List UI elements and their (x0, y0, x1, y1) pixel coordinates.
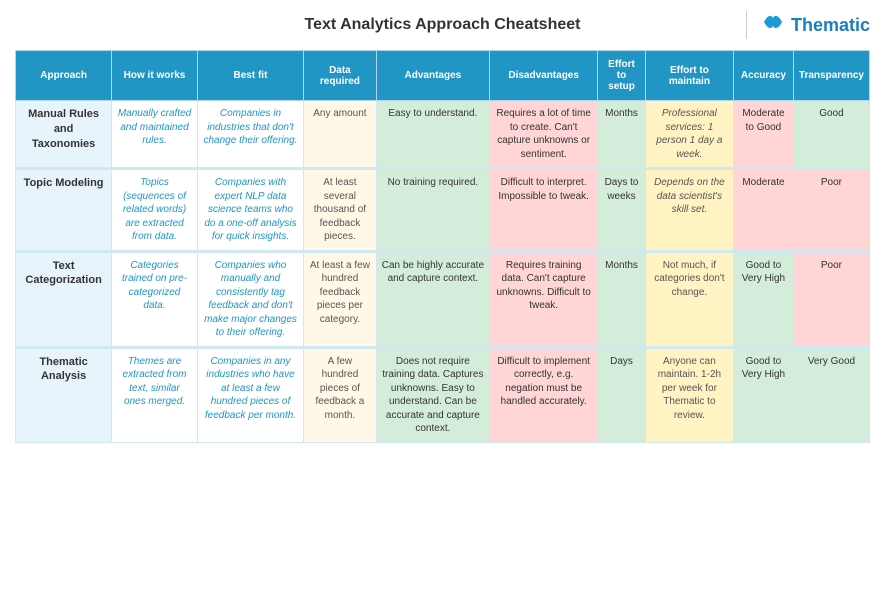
table-cell: Difficult to interpret. Impossible to tw… (490, 169, 598, 252)
table-cell: Good to Very High (734, 251, 794, 347)
col-header-approach: Approach (16, 51, 112, 101)
col-header-how: How it works (112, 51, 198, 101)
col-header-accuracy: Accuracy (734, 51, 794, 101)
logo-icon (761, 10, 785, 40)
table-cell: Poor (793, 169, 869, 252)
table-cell: No training required. (376, 169, 489, 252)
table-cell: Anyone can maintain. 1-2h per week for T… (645, 347, 733, 442)
table-cell: A few hundred pieces of feedback a month… (304, 347, 377, 442)
table-cell: Categories trained on pre-categorized da… (112, 251, 198, 347)
logo-text: Thematic (791, 15, 870, 36)
table-cell: Very Good (793, 347, 869, 442)
table-cell: Any amount (304, 101, 377, 169)
table-cell: Topics (sequences of related words) are … (112, 169, 198, 252)
table-cell: Companies in any industries who have at … (197, 347, 303, 442)
table-cell: Difficult to implement correctly, e.g. n… (490, 347, 598, 442)
table-cell: Thematic Analysis (16, 347, 112, 442)
table-cell: Not much, if categories don't change. (645, 251, 733, 347)
table-cell: Companies who manually and consistently … (197, 251, 303, 347)
col-header-bestfit: Best fit (197, 51, 303, 101)
col-header-effort-maintain: Effort to maintain (645, 51, 733, 101)
table-body: Manual Rules and TaxonomiesManually craf… (16, 101, 870, 443)
table-row: Topic ModelingTopics (sequences of relat… (16, 169, 870, 252)
table-cell: Moderate (734, 169, 794, 252)
col-header-disadvantages: Disadvantages (490, 51, 598, 101)
table-cell: Can be highly accurate and capture conte… (376, 251, 489, 347)
table-cell: Days (598, 347, 646, 442)
col-header-effort-setup: Effort to setup (598, 51, 646, 101)
table-cell: Topic Modeling (16, 169, 112, 252)
table-cell: Manual Rules and Taxonomies (16, 101, 112, 169)
table-cell: Depends on the data scientist's skill se… (645, 169, 733, 252)
table-cell: Requires training data. Can't capture un… (490, 251, 598, 347)
table-cell: Months (598, 251, 646, 347)
table-cell: At least several thousand of feedback pi… (304, 169, 377, 252)
table-row: Text CategorizationCategories trained on… (16, 251, 870, 347)
table-header-row: Approach How it works Best fit Data requ… (16, 51, 870, 101)
table-cell: Companies with expert NLP data science t… (197, 169, 303, 252)
table-row: Thematic AnalysisThemes are extracted fr… (16, 347, 870, 442)
table-cell: Days to weeks (598, 169, 646, 252)
table-cell: Manually crafted and maintained rules. (112, 101, 198, 169)
col-header-advantages: Advantages (376, 51, 489, 101)
table-cell: Poor (793, 251, 869, 347)
logo-container: Thematic (738, 10, 870, 40)
table-cell: Does not require training data. Captures… (376, 347, 489, 442)
table-cell: Professional services: 1 person 1 day a … (645, 101, 733, 169)
logo-divider (746, 11, 747, 39)
table-cell: Requires a lot of time to create. Can't … (490, 101, 598, 169)
table-cell: Themes are extracted from text, similar … (112, 347, 198, 442)
comparison-table: Approach How it works Best fit Data requ… (15, 50, 870, 443)
table-cell: Good (793, 101, 869, 169)
table-cell: Months (598, 101, 646, 169)
table-cell: Companies in industries that don't chang… (197, 101, 303, 169)
table-cell: Text Categorization (16, 251, 112, 347)
page-title: Text Analytics Approach Cheatsheet (305, 16, 581, 34)
table-cell: Good to Very High (734, 347, 794, 442)
header: Text Analytics Approach Cheatsheet Thema… (15, 10, 870, 40)
table-row: Manual Rules and TaxonomiesManually craf… (16, 101, 870, 169)
table-cell: Moderate to Good (734, 101, 794, 169)
table-cell: Easy to understand. (376, 101, 489, 169)
table-cell: At least a few hundred feedback pieces p… (304, 251, 377, 347)
col-header-data: Data required (304, 51, 377, 101)
page-wrapper: Text Analytics Approach Cheatsheet Thema… (0, 0, 885, 458)
col-header-transparency: Transparency (793, 51, 869, 101)
